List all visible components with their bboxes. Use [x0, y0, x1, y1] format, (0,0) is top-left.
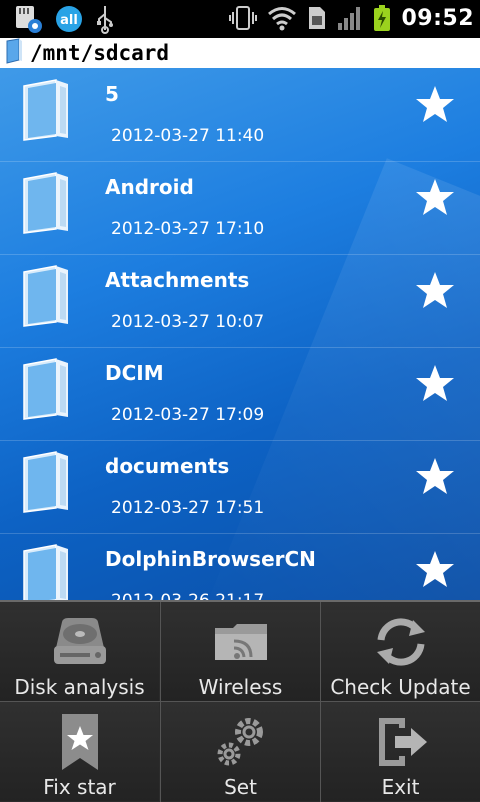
file-name: DolphinBrowserCN: [105, 547, 316, 571]
folder-icon: [23, 358, 68, 420]
menu-label: Fix star: [43, 775, 116, 799]
gear-icon: [209, 710, 273, 774]
file-date: 2012-03-27 17:10: [111, 219, 265, 239]
fix-star-button[interactable]: Fix star: [0, 702, 159, 801]
star-icon[interactable]: [414, 269, 456, 311]
folder-icon: [23, 265, 68, 327]
exit-icon: [369, 710, 433, 774]
file-date: 2012-03-27 17:09: [111, 405, 265, 425]
star-icon[interactable]: [414, 176, 456, 218]
app-notification-icon: all: [54, 4, 84, 34]
file-name: DCIM: [105, 361, 164, 385]
list-item[interactable]: DCIM 2012-03-27 17:09: [0, 347, 480, 441]
list-item[interactable]: documents 2012-03-27 17:51: [0, 440, 480, 534]
file-date: 2012-03-26 21:17: [111, 591, 264, 600]
sim-card-icon: [307, 5, 327, 31]
folder-icon: [4, 38, 24, 68]
list-item[interactable]: Android 2012-03-27 17:10: [0, 161, 480, 255]
list-item[interactable]: Attachments 2012-03-27 10:07: [0, 254, 480, 348]
status-clock: 09:52: [401, 5, 474, 31]
set-button[interactable]: Set: [161, 702, 320, 801]
file-list[interactable]: 5 2012-03-27 11:40 Android 2012-03-27 17…: [0, 68, 480, 600]
star-icon[interactable]: [414, 362, 456, 404]
file-date: 2012-03-27 11:40: [111, 126, 265, 146]
file-date: 2012-03-27 10:07: [111, 312, 265, 332]
options-menu: Disk analysis Wireless Check Update Fix …: [0, 600, 480, 802]
menu-label: Disk analysis: [14, 675, 145, 699]
star-bookmark-icon: [48, 710, 112, 774]
star-icon[interactable]: [414, 548, 456, 590]
menu-divider: [320, 602, 321, 802]
menu-label: Check Update: [330, 675, 471, 699]
svg-text:all: all: [60, 13, 78, 28]
file-name: documents: [105, 454, 230, 478]
menu-label: Set: [224, 775, 257, 799]
menu-label: Wireless: [198, 675, 283, 699]
check-update-button[interactable]: Check Update: [321, 602, 480, 701]
menu-divider: [0, 701, 480, 702]
file-name: 5: [105, 82, 119, 106]
usb-icon: [94, 4, 116, 34]
file-name: Android: [105, 175, 194, 199]
folder-icon: [23, 544, 68, 600]
sd-card-settings-icon: [14, 4, 44, 34]
wireless-folder-icon: [209, 610, 273, 674]
folder-icon: [23, 451, 68, 513]
menu-label: Exit: [381, 775, 420, 799]
current-path: /mnt/sdcard: [30, 41, 170, 65]
folder-icon: [23, 79, 68, 141]
folder-icon: [23, 172, 68, 234]
list-item[interactable]: 5 2012-03-27 11:40: [0, 68, 480, 162]
status-bar: all 09:52: [0, 0, 480, 38]
battery-charging-icon: [373, 4, 391, 32]
list-item[interactable]: DolphinBrowserCN 2012-03-26 21:17: [0, 533, 480, 600]
disk-analysis-button[interactable]: Disk analysis: [0, 602, 159, 701]
wifi-icon: [267, 5, 297, 31]
file-date: 2012-03-27 17:51: [111, 498, 265, 518]
signal-strength-icon: [337, 5, 363, 31]
path-bar: /mnt/sdcard: [0, 38, 480, 68]
hard-drive-icon: [48, 610, 112, 674]
star-icon[interactable]: [414, 83, 456, 125]
exit-button[interactable]: Exit: [321, 702, 480, 801]
refresh-icon: [369, 610, 433, 674]
file-name: Attachments: [105, 268, 250, 292]
vibrate-icon: [229, 4, 258, 32]
wireless-button[interactable]: Wireless: [161, 602, 320, 701]
menu-divider: [160, 602, 161, 802]
star-icon[interactable]: [414, 455, 456, 497]
